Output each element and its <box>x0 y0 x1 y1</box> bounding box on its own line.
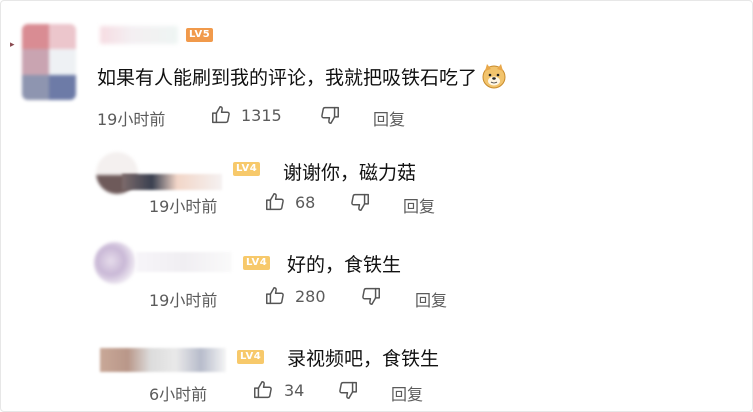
reply-time: 6小时前 <box>149 385 208 404</box>
username[interactable] <box>122 174 222 190</box>
avatar[interactable] <box>22 24 76 100</box>
doge-emoji-icon <box>481 63 507 89</box>
level-badge: LV4 <box>233 162 261 176</box>
reply-button[interactable]: 回复 <box>373 106 405 130</box>
avatar[interactable] <box>94 242 136 284</box>
like-count: 1315 <box>241 106 282 125</box>
level-badge: LV5 <box>186 28 214 42</box>
thumbs-up-icon[interactable] <box>210 104 232 126</box>
like-count: 68 <box>295 193 316 212</box>
reply-button[interactable]: 回复 <box>415 287 447 311</box>
reply-button[interactable]: 回复 <box>403 193 435 217</box>
comment-text: 如果有人能刷到我的评论，我就把吸铁石吃了 <box>97 63 507 90</box>
reply-text: 录视频吧，食铁生 <box>287 348 440 370</box>
username[interactable] <box>136 252 232 272</box>
thumbs-up-icon[interactable] <box>264 285 286 307</box>
reply-text: 谢谢你，磁力菇 <box>283 162 417 184</box>
reply-button[interactable]: 回复 <box>391 381 423 405</box>
like-count: 280 <box>295 287 326 306</box>
level-badge: LV4 <box>237 350 265 364</box>
thumbs-down-icon[interactable] <box>360 285 382 307</box>
reply-text: 好的，食铁生 <box>287 254 402 276</box>
username[interactable] <box>100 26 178 44</box>
pointer-icon: ▸ <box>10 40 15 50</box>
thumbs-down-icon[interactable] <box>319 104 341 126</box>
level-badge: LV4 <box>243 256 271 270</box>
thumbs-down-icon[interactable] <box>349 191 371 213</box>
thumbs-up-icon[interactable] <box>252 379 274 401</box>
thumbs-down-icon[interactable] <box>337 379 359 401</box>
thumbs-up-icon[interactable] <box>264 191 286 213</box>
reply-time: 19小时前 <box>149 197 218 216</box>
avatar[interactable] <box>100 348 226 372</box>
comment-time: 19小时前 <box>97 110 166 129</box>
reply-time: 19小时前 <box>149 291 218 310</box>
like-count: 34 <box>284 381 305 400</box>
